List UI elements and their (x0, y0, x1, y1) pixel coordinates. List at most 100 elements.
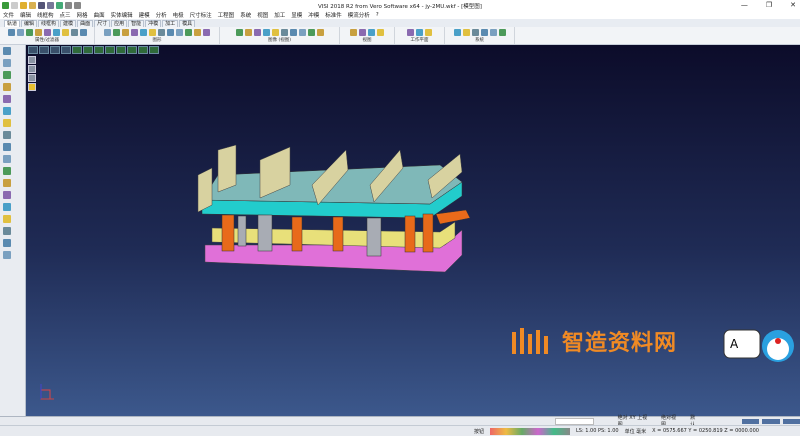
ribbon-tool-icon[interactable] (149, 28, 156, 36)
ribbon-tool-icon[interactable] (61, 28, 69, 36)
view-mode-icon[interactable] (116, 46, 126, 54)
status-button[interactable] (782, 418, 800, 424)
close-button[interactable]: ✕ (790, 1, 796, 9)
menu-item[interactable]: 线框构 (37, 11, 54, 19)
menu-item[interactable]: 曲面 (94, 11, 105, 19)
ribbon-tool-icon[interactable] (498, 28, 506, 36)
ribbon-tab[interactable]: 模具 (179, 20, 196, 27)
left-tool-icon[interactable] (3, 71, 11, 79)
menu-item[interactable]: 系统 (240, 11, 251, 19)
ribbon-tab[interactable]: 智能 (128, 20, 145, 27)
left-tool-icon[interactable] (3, 215, 11, 223)
menu-item[interactable]: 视图 (257, 11, 268, 19)
ribbon-tool-icon[interactable] (113, 28, 120, 36)
ribbon-tool-icon[interactable] (253, 28, 261, 36)
menu-item[interactable]: ? (376, 12, 379, 18)
ribbon-tool-icon[interactable] (307, 28, 315, 36)
ribbon-tool-icon[interactable] (453, 28, 461, 36)
left-tool-icon[interactable] (3, 95, 11, 103)
ribbon-tool-icon[interactable] (52, 28, 60, 36)
ribbon-tool-icon[interactable] (131, 28, 138, 36)
ribbon-tool-icon[interactable] (359, 28, 366, 36)
left-tool-icon[interactable] (3, 203, 11, 211)
left-tool-icon[interactable] (3, 155, 11, 163)
view-mode-icon[interactable] (149, 46, 159, 54)
menu-item[interactable]: 电极 (173, 11, 184, 19)
menu-item[interactable]: 网格 (77, 11, 88, 19)
left-tool-icon[interactable] (3, 59, 11, 67)
ribbon-tool-icon[interactable] (16, 28, 24, 36)
ribbon-tab[interactable]: 冲模 (145, 20, 162, 27)
ribbon-tool-icon[interactable] (194, 28, 201, 36)
left-tool-icon[interactable] (3, 191, 11, 199)
ribbon-tab[interactable]: 曲面 (77, 20, 94, 27)
ribbon-tool-icon[interactable] (43, 28, 51, 36)
left-tool-icon[interactable] (3, 131, 11, 139)
ribbon-tool-icon[interactable] (7, 28, 15, 36)
ribbon-tab[interactable]: 应用 (111, 20, 128, 27)
status-button[interactable] (741, 418, 760, 424)
menu-item[interactable]: 工程图 (218, 11, 235, 19)
menu-item[interactable]: 模流分析 (348, 11, 370, 19)
ribbon-tool-icon[interactable] (407, 28, 414, 36)
ribbon-tool-icon[interactable] (176, 28, 183, 36)
ribbon-tab[interactable]: 轨道 (4, 20, 21, 27)
view-tool-icon[interactable] (28, 65, 36, 73)
ribbon-tool-icon[interactable] (140, 28, 147, 36)
view-mode-icon[interactable] (127, 46, 137, 54)
ribbon-tool-icon[interactable] (122, 28, 129, 36)
view-mode-icon[interactable] (39, 46, 49, 54)
ribbon-tool-icon[interactable] (271, 28, 279, 36)
left-tool-icon[interactable] (3, 107, 11, 115)
restore-button[interactable]: ❐ (766, 1, 772, 9)
ribbon-tool-icon[interactable] (416, 28, 423, 36)
menu-item[interactable]: 文件 (3, 11, 14, 19)
ribbon-tool-icon[interactable] (70, 28, 78, 36)
view-mode-icon[interactable] (83, 46, 93, 54)
left-tool-icon[interactable] (3, 83, 11, 91)
view-mode-icon[interactable] (61, 46, 71, 54)
ribbon-tab[interactable]: 加工 (162, 20, 179, 27)
ribbon-tool-icon[interactable] (280, 28, 288, 36)
view-mode-icon[interactable] (138, 46, 148, 54)
ribbon-tool-icon[interactable] (316, 28, 324, 36)
ribbon-tool-icon[interactable] (298, 28, 306, 36)
snap-tools[interactable] (490, 427, 571, 435)
ribbon-tool-icon[interactable] (368, 28, 375, 36)
view-mode-icon[interactable] (105, 46, 115, 54)
menu-item[interactable]: 显模 (291, 11, 302, 19)
view-mode-icon[interactable] (28, 46, 38, 54)
left-tool-icon[interactable] (3, 119, 11, 127)
left-tool-icon[interactable] (3, 167, 11, 175)
left-tool-icon[interactable] (3, 143, 11, 151)
menu-item[interactable]: 编辑 (20, 11, 31, 19)
ribbon-tool-icon[interactable] (350, 28, 357, 36)
left-tool-icon[interactable] (3, 239, 11, 247)
status-button[interactable] (762, 418, 780, 424)
view-tool-icon[interactable] (28, 56, 36, 64)
ribbon-tool-icon[interactable] (25, 28, 33, 36)
left-tool-icon[interactable] (3, 179, 11, 187)
view-tool-icon[interactable] (28, 83, 36, 91)
ribbon-tool-icon[interactable] (462, 28, 470, 36)
left-tool-icon[interactable] (3, 47, 11, 55)
menu-item[interactable]: 尺寸标注 (190, 11, 212, 19)
ribbon-tool-icon[interactable] (262, 28, 270, 36)
left-tool-icon[interactable] (3, 251, 11, 259)
ribbon-tool-icon[interactable] (480, 28, 488, 36)
ribbon-tool-icon[interactable] (104, 28, 111, 36)
ribbon-tool-icon[interactable] (185, 28, 192, 36)
menu-item[interactable]: 加工 (274, 11, 285, 19)
3d-viewport[interactable] (0, 45, 800, 416)
ribbon-tool-icon[interactable] (79, 28, 87, 36)
ribbon-tab[interactable]: 编辑 (21, 20, 38, 27)
command-input[interactable] (555, 417, 594, 425)
minimize-button[interactable]: — (741, 1, 748, 9)
ribbon-tool-icon[interactable] (471, 28, 479, 36)
left-tool-icon[interactable] (3, 227, 11, 235)
ribbon-tool-icon[interactable] (203, 28, 210, 36)
menu-item[interactable]: 建模 (139, 11, 150, 19)
ribbon-tab[interactable]: 线框构 (38, 20, 60, 27)
ribbon-tab[interactable]: 尺寸 (94, 20, 111, 27)
ribbon-tab[interactable]: 建模 (60, 20, 77, 27)
